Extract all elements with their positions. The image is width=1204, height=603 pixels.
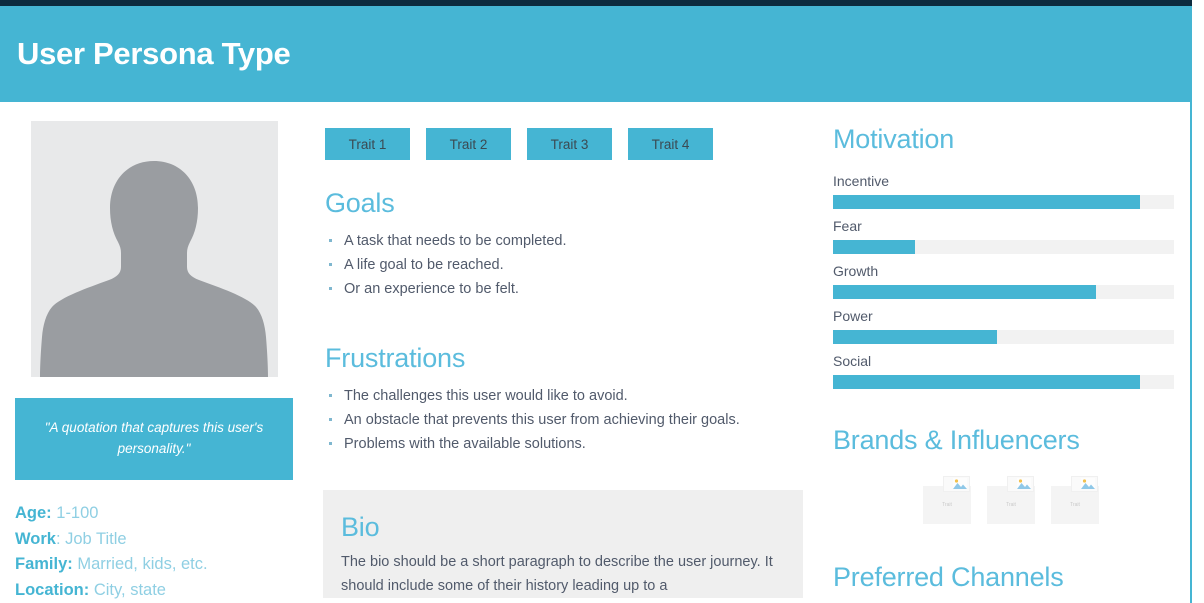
- meter-fill: [833, 240, 915, 254]
- goals-section: Goals A task that needs to be completed.…: [325, 188, 820, 301]
- fact-row-age: Age: 1-100: [15, 501, 294, 527]
- persona-facts: Age: 1-100 Work: Job Title Family: Marri…: [15, 501, 294, 603]
- bio-text: The bio should be a short paragraph to d…: [341, 554, 773, 594]
- persona-page: User Persona Type "A quotation that capt…: [0, 6, 1192, 603]
- page-title: User Persona Type: [17, 36, 291, 71]
- meter-track: [833, 285, 1174, 299]
- traits-row: Trait 1 Trait 2 Trait 3 Trait 4: [325, 128, 820, 160]
- fact-value: City, state: [93, 581, 166, 600]
- meter-track: [833, 240, 1174, 254]
- frustrations-title: Frustrations: [325, 343, 466, 374]
- brand-image-placeholder: Trait: [987, 476, 1035, 524]
- right-column: Motivation Incentive Fear Growth Power S…: [820, 102, 1190, 603]
- brand-alt-text: Trait: [1006, 502, 1016, 508]
- trait-chip-1[interactable]: Trait 1: [325, 128, 410, 160]
- brands-row: Trait Trait Trait: [833, 476, 1174, 524]
- avatar: [31, 121, 278, 377]
- frustrations-item: Problems with the available solutions.: [325, 432, 820, 456]
- frustrations-list: The challenges this user would like to a…: [325, 384, 820, 456]
- meter-fill: [833, 195, 1140, 209]
- meter-track: [833, 375, 1174, 389]
- page-body: "A quotation that captures this user's p…: [0, 102, 1190, 603]
- meter-fill: [833, 375, 1140, 389]
- fact-value: 1-100: [56, 503, 99, 522]
- meter-fear: Fear: [833, 218, 1174, 254]
- brand-image-placeholder: Trait: [1051, 476, 1099, 524]
- meter-track: [833, 330, 1174, 344]
- bio-section: Bio The bio should be a short paragraph …: [323, 490, 803, 599]
- meter-track: [833, 195, 1174, 209]
- meter-label: Incentive: [833, 173, 890, 189]
- goals-list: A task that needs to be completed. A lif…: [325, 229, 820, 301]
- frustrations-item: The challenges this user would like to a…: [325, 384, 820, 408]
- meter-label: Growth: [833, 263, 879, 279]
- goals-title: Goals: [325, 188, 395, 218]
- meter-label: Fear: [833, 218, 862, 234]
- channels-title: Preferred Channels: [833, 562, 1064, 592]
- goals-item: Or an experience to be felt.: [325, 277, 820, 301]
- middle-column: Trait 1 Trait 2 Trait 3 Trait 4 Goals A …: [310, 102, 820, 603]
- goals-item: A life goal to be reached.: [325, 253, 820, 277]
- fact-label: Age:: [15, 503, 52, 522]
- brand-alt-text: Trait: [942, 502, 952, 508]
- meter-label: Social: [833, 353, 872, 369]
- fact-label: Work: [15, 529, 56, 548]
- page-header: User Persona Type: [0, 6, 1190, 102]
- persona-quote: "A quotation that captures this user's p…: [15, 398, 293, 480]
- broken-image-glyph-icon: [1081, 478, 1095, 489]
- meter-power: Power: [833, 308, 1174, 344]
- goals-item: A task that needs to be completed.: [325, 229, 820, 253]
- frustrations-section: Frustrations The challenges this user wo…: [325, 343, 820, 456]
- bio-title: Bio: [341, 512, 380, 543]
- fact-label: Family:: [15, 555, 73, 574]
- fact-value: : Job Title: [55, 529, 127, 548]
- fact-label: Location:: [15, 581, 90, 600]
- trait-chip-4[interactable]: Trait 4: [628, 128, 713, 160]
- motivation-title: Motivation: [833, 124, 955, 154]
- left-column: "A quotation that captures this user's p…: [0, 102, 310, 603]
- broken-image-glyph-icon: [953, 478, 967, 489]
- motivation-meters: Incentive Fear Growth Power Social: [833, 173, 1174, 389]
- fact-row-work: Work: Job Title: [15, 527, 294, 553]
- meter-fill: [833, 285, 1096, 299]
- fact-row-family: Family: Married, kids, etc.: [15, 552, 294, 578]
- meter-fill: [833, 330, 997, 344]
- frustrations-item: An obstacle that prevents this user from…: [325, 408, 820, 432]
- fact-value: Married, kids, etc.: [77, 555, 208, 574]
- avatar-silhouette-icon: [40, 161, 268, 377]
- trait-chip-3[interactable]: Trait 3: [527, 128, 612, 160]
- screenshot-viewport: User Persona Type "A quotation that capt…: [0, 0, 1204, 603]
- meter-incentive: Incentive: [833, 173, 1174, 209]
- meter-social: Social: [833, 353, 1174, 389]
- broken-image-glyph-icon: [1017, 478, 1031, 489]
- fact-row-location: Location: City, state: [15, 578, 294, 603]
- meter-label: Power: [833, 308, 873, 324]
- meter-growth: Growth: [833, 263, 1174, 299]
- brand-image-placeholder: Trait: [923, 476, 971, 524]
- brand-alt-text: Trait: [1070, 502, 1080, 508]
- trait-chip-2[interactable]: Trait 2: [426, 128, 511, 160]
- brands-title: Brands & Influencers: [833, 425, 1080, 455]
